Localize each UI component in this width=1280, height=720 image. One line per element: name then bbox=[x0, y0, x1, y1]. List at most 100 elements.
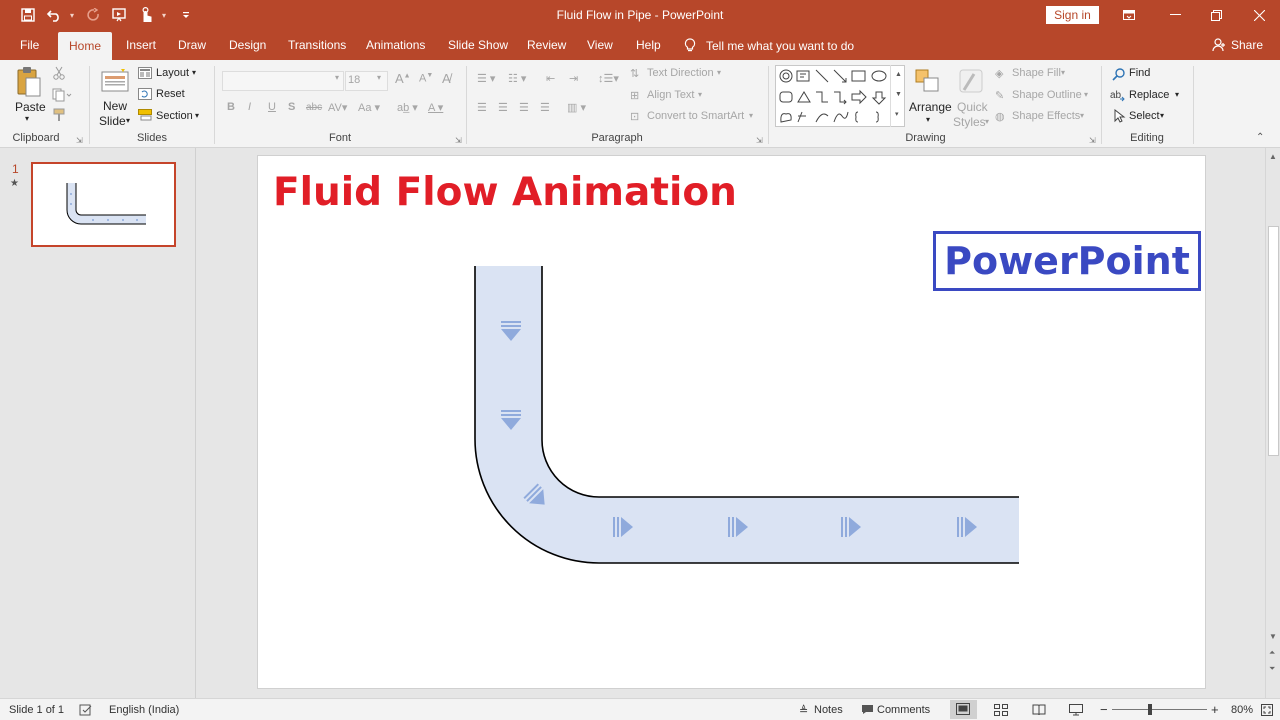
increase-indent-icon[interactable]: ⇥ bbox=[569, 72, 578, 85]
bullets-icon[interactable]: ☰ ▾ bbox=[477, 72, 495, 85]
tab-view[interactable]: View bbox=[585, 30, 615, 60]
layout-label[interactable]: Layout bbox=[156, 67, 189, 79]
tab-insert[interactable]: Insert bbox=[124, 30, 158, 60]
replace-icon[interactable]: ab bbox=[1110, 88, 1126, 105]
paragraph-launcher-icon[interactable]: ⇲ bbox=[756, 136, 763, 145]
text-direction-icon[interactable]: ⇅ bbox=[630, 67, 639, 80]
shapes-gallery-scroll[interactable]: ▲ ▼ ▾ bbox=[890, 65, 906, 127]
tab-home[interactable]: Home bbox=[58, 32, 113, 60]
bold-icon[interactable]: B bbox=[227, 101, 235, 113]
align-text-icon[interactable]: ⊞ bbox=[630, 89, 639, 102]
clear-formatting-icon[interactable]: A̸ bbox=[442, 71, 451, 86]
reset-label[interactable]: Reset bbox=[156, 88, 185, 100]
layout-icon[interactable] bbox=[138, 67, 152, 82]
section-label[interactable]: Section bbox=[156, 110, 193, 122]
pipe-diagram[interactable] bbox=[258, 156, 1207, 690]
reading-view-icon[interactable] bbox=[1032, 704, 1046, 719]
convert-smartart-dropdown-icon[interactable]: ▾ bbox=[749, 111, 753, 120]
shape-effects-label[interactable]: Shape Effects bbox=[1012, 110, 1080, 122]
tell-me-box[interactable]: Tell me what you want to do bbox=[684, 38, 854, 53]
slide-show-icon[interactable] bbox=[1069, 704, 1083, 719]
share-button[interactable]: Share bbox=[1212, 38, 1263, 52]
tab-file[interactable]: File bbox=[18, 30, 41, 60]
align-right-icon[interactable]: ☰ bbox=[519, 101, 529, 114]
comments-button[interactable]: Comments bbox=[877, 704, 930, 716]
replace-dropdown-icon[interactable]: ▾ bbox=[1175, 90, 1179, 99]
align-text-label[interactable]: Align Text bbox=[647, 89, 695, 101]
slide-thumbnail[interactable] bbox=[31, 162, 176, 247]
tab-transitions[interactable]: Transitions bbox=[286, 30, 348, 60]
tab-help[interactable]: Help bbox=[634, 30, 663, 60]
font-name-dropdown-icon[interactable]: ▾ bbox=[335, 73, 339, 82]
new-slide-label-2[interactable]: Slide bbox=[99, 114, 126, 128]
columns-icon[interactable]: ▥ ▾ bbox=[567, 101, 586, 114]
shape-fill-dropdown-icon[interactable]: ▾ bbox=[1061, 68, 1065, 77]
change-case-icon[interactable]: Aa ▾ bbox=[358, 101, 380, 114]
shapes-gallery[interactable] bbox=[775, 65, 905, 127]
shrink-font-icon[interactable]: A▼ bbox=[419, 72, 433, 85]
text-direction-label[interactable]: Text Direction bbox=[647, 67, 714, 79]
text-direction-dropdown-icon[interactable]: ▾ bbox=[717, 68, 721, 77]
copy-icon[interactable] bbox=[52, 88, 72, 105]
section-icon[interactable] bbox=[138, 109, 152, 124]
replace-label[interactable]: Replace bbox=[1129, 89, 1169, 101]
clipboard-launcher-icon[interactable]: ⇲ bbox=[76, 136, 83, 145]
smartart-icon[interactable]: ⊡ bbox=[630, 110, 639, 123]
sign-in-button[interactable]: Sign in bbox=[1046, 6, 1099, 24]
italic-icon[interactable]: I bbox=[248, 101, 251, 113]
grow-font-icon[interactable]: A▲ bbox=[395, 71, 411, 86]
shape-outline-icon[interactable]: ✎ bbox=[995, 89, 1004, 102]
slide-sorter-icon[interactable] bbox=[994, 704, 1008, 719]
arrange-dropdown-icon[interactable]: ▾ bbox=[926, 115, 930, 124]
slide-canvas[interactable]: Fluid Flow Animation PowerPoint bbox=[257, 155, 1206, 689]
zoom-level[interactable]: 80% bbox=[1231, 704, 1253, 716]
zoom-in-button[interactable]: + bbox=[1211, 702, 1219, 717]
shape-outline-label[interactable]: Shape Outline bbox=[1012, 89, 1082, 101]
zoom-slider[interactable] bbox=[1112, 709, 1207, 710]
align-text-dropdown-icon[interactable]: ▾ bbox=[698, 90, 702, 99]
language-indicator[interactable]: English (India) bbox=[109, 704, 179, 716]
new-slide-icon[interactable] bbox=[101, 68, 129, 95]
font-size-dropdown-icon[interactable]: ▾ bbox=[377, 73, 381, 82]
align-left-icon[interactable]: ☰ bbox=[477, 101, 487, 114]
next-slide-icon[interactable]: ⏷ bbox=[1269, 664, 1275, 674]
paste-icon[interactable] bbox=[16, 66, 42, 101]
scrollbar-thumb[interactable] bbox=[1268, 226, 1279, 456]
justify-icon[interactable]: ☰ bbox=[540, 101, 550, 114]
shadow-icon[interactable]: S bbox=[288, 101, 295, 113]
zoom-out-button[interactable]: − bbox=[1100, 702, 1108, 717]
font-name-box[interactable] bbox=[222, 71, 344, 91]
tab-animations[interactable]: Animations bbox=[364, 30, 427, 60]
notes-button[interactable]: Notes bbox=[814, 704, 843, 716]
select-dropdown-icon[interactable]: ▾ bbox=[1160, 111, 1164, 120]
strikethrough-icon[interactable]: abc bbox=[306, 102, 322, 113]
cut-icon[interactable] bbox=[52, 66, 66, 83]
quick-styles-label-2[interactable]: Styles bbox=[953, 115, 986, 129]
section-dropdown-icon[interactable]: ▾ bbox=[195, 111, 199, 120]
quick-styles-icon[interactable] bbox=[958, 68, 986, 97]
paste-label[interactable]: Paste bbox=[15, 100, 46, 114]
select-cursor-icon[interactable] bbox=[1114, 108, 1126, 126]
arrange-label[interactable]: Arrange bbox=[909, 100, 952, 114]
close-icon[interactable] bbox=[1236, 0, 1280, 30]
reset-icon[interactable] bbox=[138, 88, 152, 103]
normal-view-icon[interactable] bbox=[950, 700, 977, 719]
font-launcher-icon[interactable]: ⇲ bbox=[455, 136, 462, 145]
new-slide-dropdown-icon[interactable]: ▾ bbox=[126, 116, 130, 125]
scroll-down-icon[interactable]: ▼ bbox=[1269, 632, 1277, 641]
ribbon-display-options-icon[interactable] bbox=[1106, 0, 1152, 30]
find-icon[interactable] bbox=[1112, 67, 1126, 84]
line-spacing-icon[interactable]: ↕☰▾ bbox=[598, 72, 619, 85]
collapse-ribbon-icon[interactable]: ⌃ bbox=[1256, 132, 1264, 143]
character-spacing-icon[interactable]: AV▾ bbox=[328, 101, 347, 114]
font-color-icon[interactable]: A ▾ bbox=[428, 101, 443, 114]
shape-fill-label[interactable]: Shape Fill bbox=[1012, 67, 1061, 79]
numbering-icon[interactable]: ☷ ▾ bbox=[508, 72, 526, 85]
new-slide-label-1[interactable]: New bbox=[103, 99, 127, 113]
minimize-icon[interactable] bbox=[1152, 0, 1198, 30]
restore-icon[interactable] bbox=[1193, 0, 1239, 30]
decrease-indent-icon[interactable]: ⇤ bbox=[546, 72, 555, 85]
find-label[interactable]: Find bbox=[1129, 67, 1150, 79]
previous-slide-icon[interactable]: ⏶ bbox=[1269, 648, 1275, 658]
quick-styles-dropdown-icon[interactable]: ▾ bbox=[985, 117, 989, 126]
